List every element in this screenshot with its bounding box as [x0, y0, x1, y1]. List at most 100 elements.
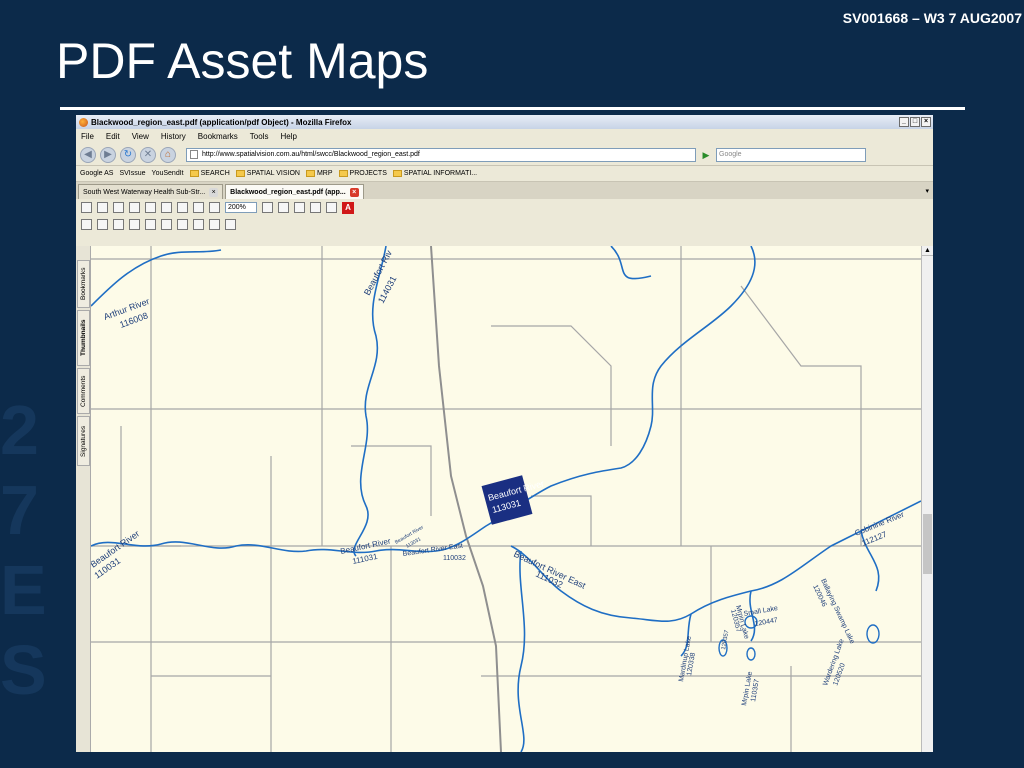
browser-window: Blackwood_region_east.pdf (application/p…	[76, 115, 933, 752]
bookmark-label: PROJECTS	[349, 170, 387, 177]
zoom-field[interactable]: 200%	[225, 202, 257, 213]
zoom-tool-icon[interactable]	[97, 219, 108, 230]
bookmark-svissue[interactable]: SVIssue	[119, 170, 145, 177]
url-input[interactable]: http://www.spatialvision.com.au/html/swc…	[186, 147, 696, 162]
folder-icon	[338, 170, 348, 177]
bookmarks-toolbar: Google AS SVIssue YouSendIt SEARCH SPATI…	[76, 166, 933, 182]
bookmark-mrp[interactable]: MRP	[305, 170, 333, 177]
snapshot-icon[interactable]	[129, 219, 140, 230]
pencil-icon[interactable]	[161, 219, 172, 230]
bookmark-search[interactable]: SEARCH	[189, 170, 230, 177]
minimize-button[interactable]: _	[899, 117, 909, 127]
river-map[interactable]: Arthur River 116008 Beaufort Riv 114031 …	[91, 246, 921, 752]
title-divider	[60, 107, 965, 110]
url-text: http://www.spatialvision.com.au/html/swc…	[202, 151, 420, 158]
bookmark-label: SPATIAL INFORMATI...	[403, 170, 478, 177]
continuous-icon[interactable]	[326, 202, 337, 213]
slide-title: PDF Asset Maps	[56, 33, 429, 89]
menu-view[interactable]: View	[132, 132, 149, 141]
home-icon[interactable]: ⌂	[160, 146, 176, 163]
menu-help[interactable]: Help	[280, 132, 296, 141]
back-arrow-icon[interactable]: ◀	[80, 146, 96, 163]
email-icon[interactable]	[113, 202, 124, 213]
menu-tools[interactable]: Tools	[250, 132, 269, 141]
bookmark-yousendit[interactable]: YouSendIt	[152, 170, 184, 177]
menu-file[interactable]: File	[81, 132, 94, 141]
navigation-panel: Bookmarks Thumbnails Comments Signatures	[76, 246, 91, 752]
stamp-icon[interactable]	[193, 219, 204, 230]
bookmark-projects[interactable]: PROJECTS	[338, 170, 387, 177]
stop-icon[interactable]: ✕	[140, 146, 156, 163]
menu-history[interactable]: History	[161, 132, 186, 141]
vertical-scrollbar[interactable]: ▲	[921, 246, 933, 752]
side-tab-comments[interactable]: Comments	[77, 368, 90, 414]
fit-width-icon[interactable]	[294, 202, 305, 213]
attach-icon[interactable]	[225, 219, 236, 230]
adobe-logo-icon[interactable]: A	[342, 201, 354, 214]
close-button[interactable]: ×	[921, 117, 931, 127]
close-tab-icon[interactable]: ×	[209, 187, 219, 197]
page-next-icon[interactable]	[177, 202, 188, 213]
bookmark-label: YouSendIt	[151, 170, 184, 177]
pdf-toolbar: 200% A	[76, 199, 933, 216]
firefox-icon	[79, 117, 88, 127]
folder-icon	[189, 170, 199, 177]
text-select-icon[interactable]	[113, 219, 124, 230]
page-icon	[190, 150, 198, 159]
search-placeholder: Google	[719, 151, 742, 158]
print-icon[interactable]	[97, 202, 108, 213]
save-icon[interactable]	[81, 202, 92, 213]
bookmark-spatial-vision[interactable]: SPATIAL VISION	[235, 170, 300, 177]
bookmark-spatial-informati[interactable]: SPATIAL INFORMATI...	[392, 170, 478, 177]
bookmark-label: SEARCH	[200, 170, 230, 177]
find-icon[interactable]	[129, 202, 140, 213]
bookmark-label: Google AS	[80, 170, 114, 177]
bookmark-label: SPATIAL VISION	[246, 170, 300, 177]
page-prev-icon[interactable]	[161, 202, 172, 213]
page-first-icon[interactable]	[145, 202, 156, 213]
zoom-out-icon[interactable]	[209, 202, 220, 213]
menu-bar: File Edit View History Bookmarks Tools H…	[76, 129, 933, 144]
window-titlebar: Blackwood_region_east.pdf (application/p…	[76, 115, 933, 129]
tab-label: South West Waterway Health Sub-Str...	[83, 188, 206, 196]
hand-tool-icon[interactable]	[81, 219, 92, 230]
highlight-icon[interactable]	[177, 219, 188, 230]
scroll-thumb[interactable]	[923, 514, 932, 574]
close-tab-icon[interactable]: ×	[349, 187, 359, 197]
scroll-up-icon[interactable]: ▲	[922, 246, 933, 256]
folder-icon	[392, 170, 402, 177]
reload-icon[interactable]: ↻	[120, 146, 136, 163]
forward-arrow-icon[interactable]: ▶	[100, 146, 116, 163]
side-tab-bookmarks[interactable]: Bookmarks	[77, 260, 90, 308]
page-last-icon[interactable]	[193, 202, 204, 213]
menu-bookmarks[interactable]: Bookmarks	[198, 132, 238, 141]
note-icon[interactable]	[145, 219, 156, 230]
tab-bar: South West Waterway Health Sub-Str... × …	[76, 182, 933, 199]
bookmark-label: SVIssue	[119, 170, 146, 177]
tab-blackwood[interactable]: Blackwood_region_east.pdf (app... ×	[225, 184, 364, 199]
tab-south-west[interactable]: South West Waterway Health Sub-Str... ×	[78, 184, 224, 199]
pdf-content-area: Bookmarks Thumbnails Comments Signatures	[76, 246, 933, 752]
slide-tag: SV001668 – W3 7 AUG2007	[842, 10, 1022, 26]
tab-label: Blackwood_region_east.pdf (app...	[230, 188, 346, 196]
maximize-button[interactable]: □	[910, 117, 920, 127]
tab-list-icon[interactable]: ▾	[925, 187, 929, 195]
bookmark-label: MRP	[316, 170, 333, 177]
background-decoration: 27ES	[0, 391, 47, 709]
search-input[interactable]: Google	[716, 147, 866, 162]
folder-icon	[305, 170, 315, 177]
side-tab-signatures[interactable]: Signatures	[77, 416, 90, 466]
navigation-toolbar: ◀ ▶ ↻ ✕ ⌂ http://www.spatialvision.com.a…	[76, 144, 933, 166]
window-title: Blackwood_region_east.pdf (application/p…	[91, 117, 352, 127]
label-beaufort-east1-code: 110032	[443, 555, 466, 562]
menu-edit[interactable]: Edit	[106, 132, 120, 141]
zoom-in-icon[interactable]	[262, 202, 273, 213]
side-tab-thumbnails[interactable]: Thumbnails	[77, 310, 90, 366]
folder-icon	[235, 170, 245, 177]
fit-page-icon[interactable]	[278, 202, 289, 213]
pdf-toolbar-secondary	[76, 216, 933, 233]
single-page-icon[interactable]	[310, 202, 321, 213]
rotate-icon[interactable]	[209, 219, 220, 230]
go-icon[interactable]: ▶	[700, 149, 712, 161]
bookmark-google-as[interactable]: Google AS	[80, 170, 113, 177]
